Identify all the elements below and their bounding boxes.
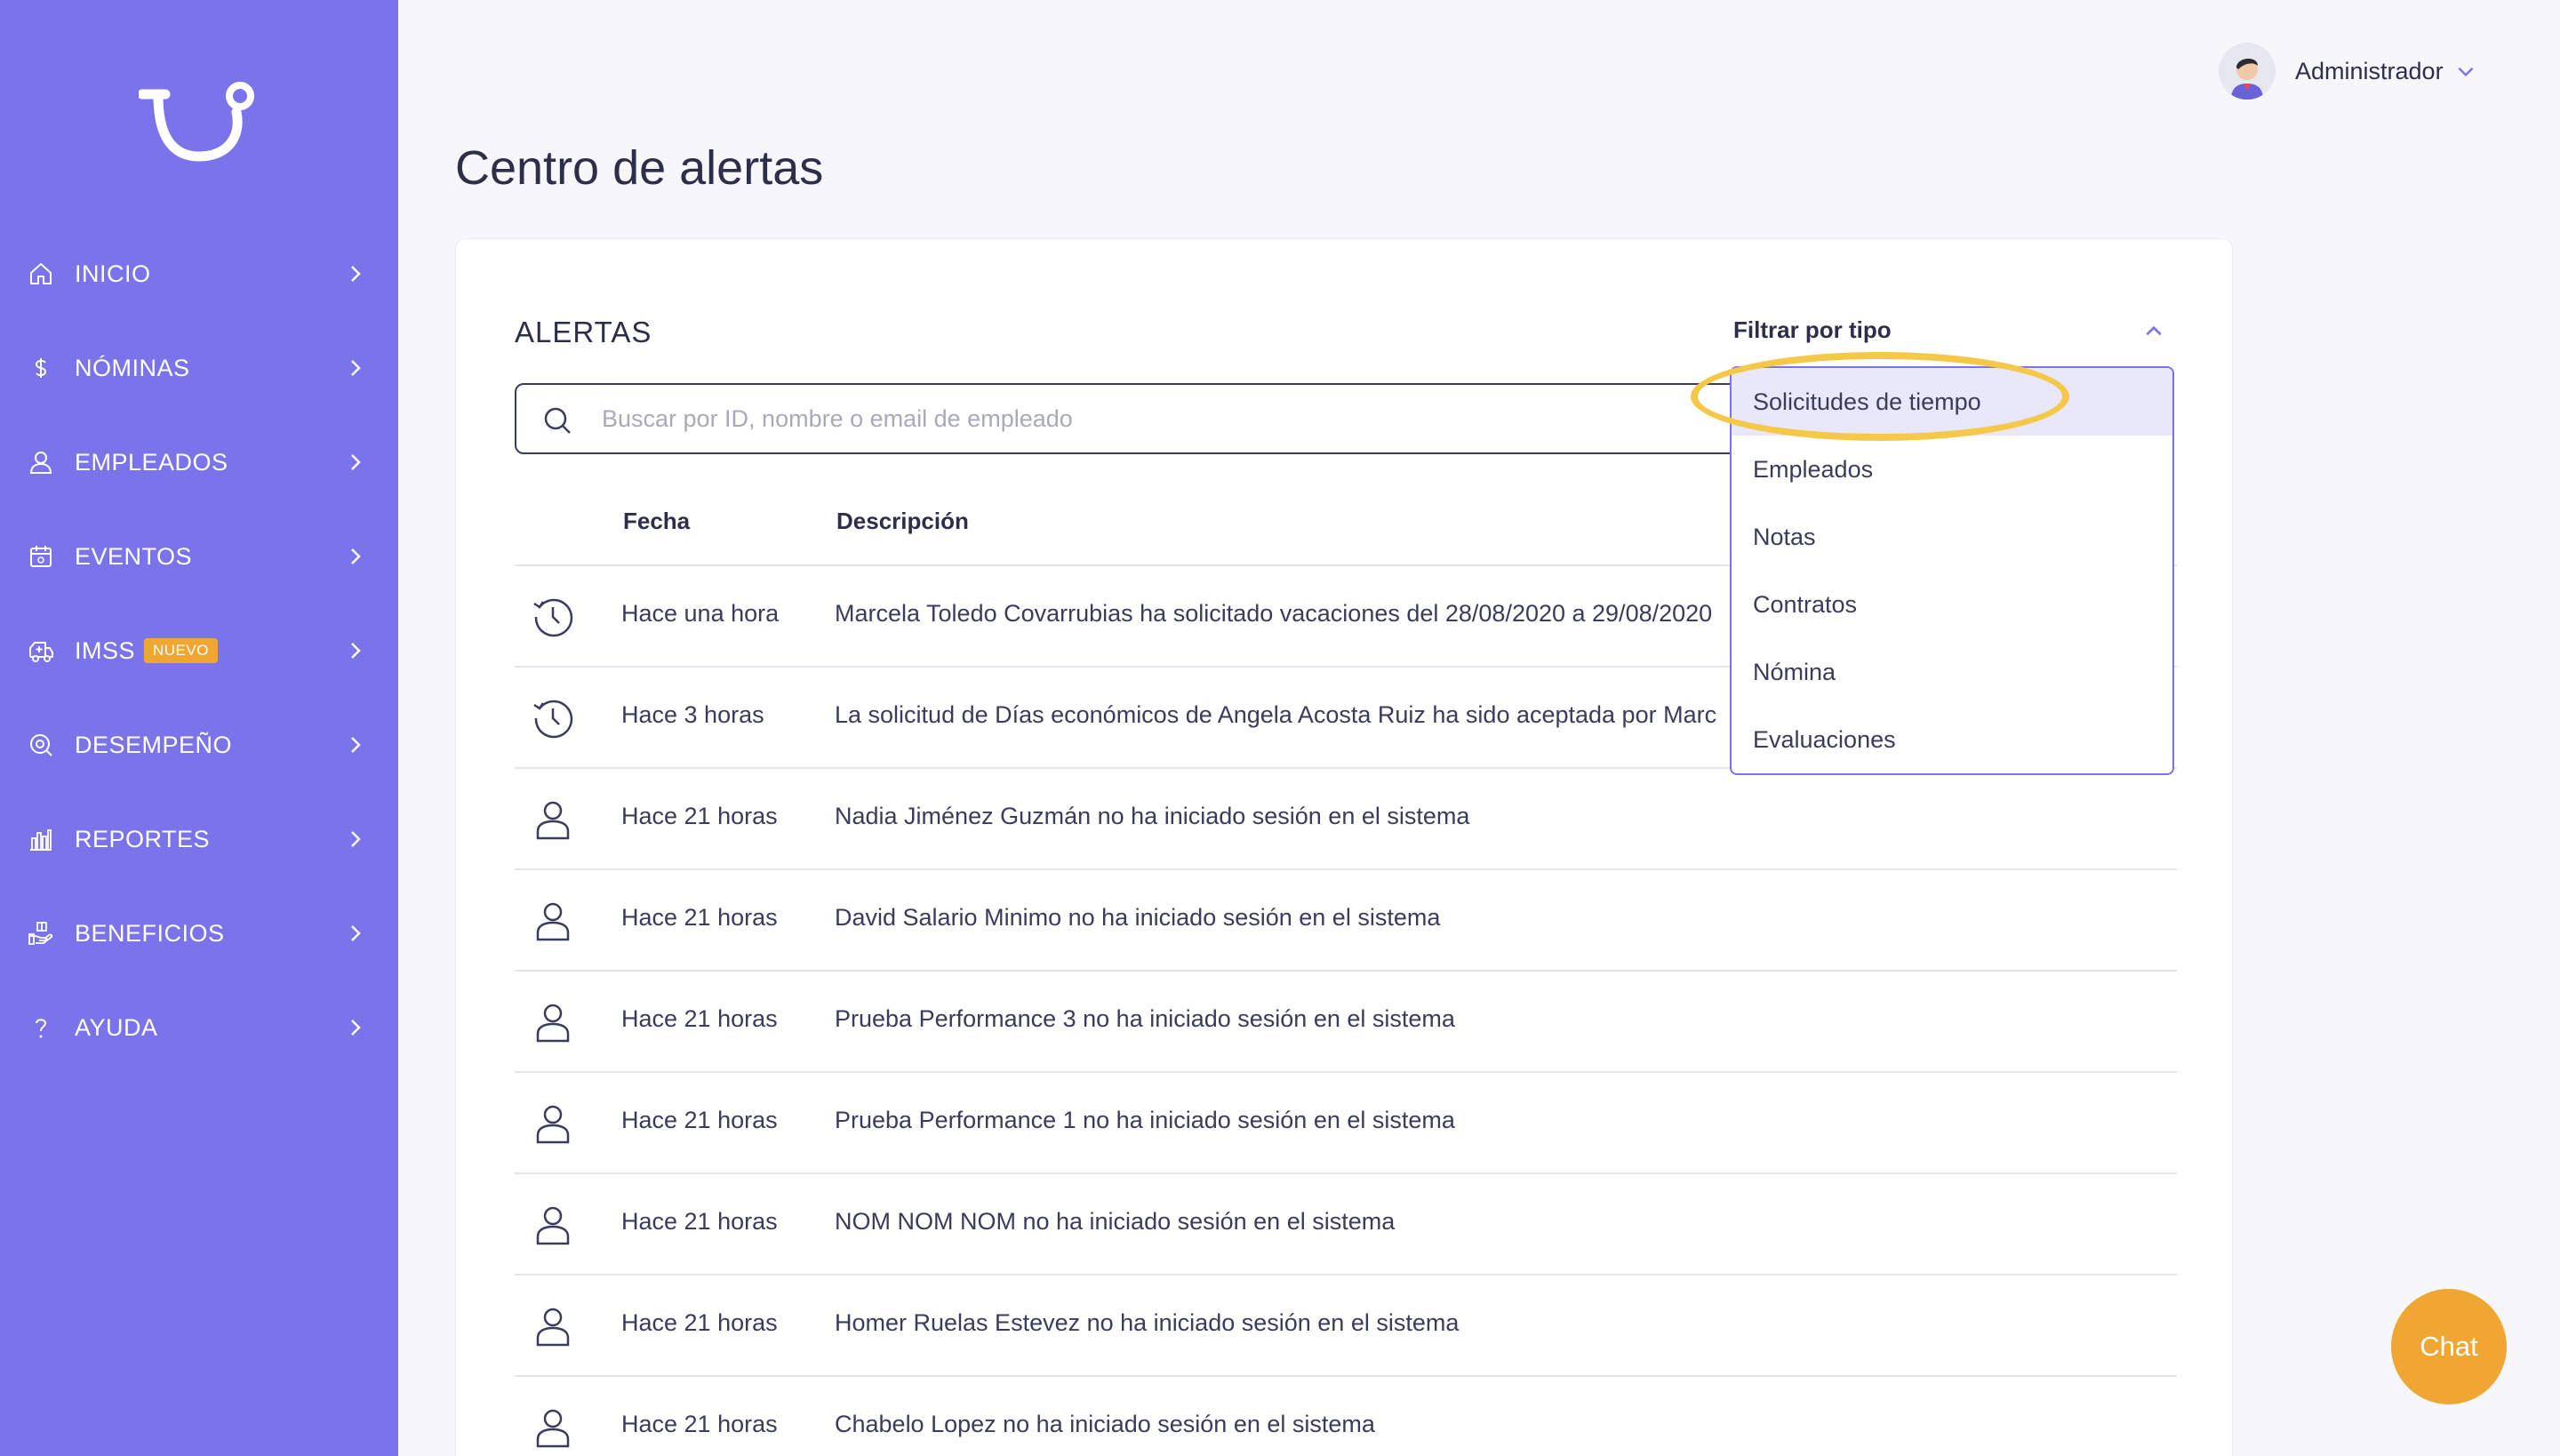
- filter-type-dropdown: Solicitudes de tiempo Empleados Notas Co…: [1730, 366, 2174, 775]
- row-date: Hace 21 horas: [621, 803, 778, 829]
- table-row[interactable]: Hace 21 horas Nadia Jiménez Guzmán no ha…: [515, 767, 2177, 868]
- sidebar-item-label: DESEMPEÑO: [75, 731, 233, 758]
- row-description: La solicitud de Días económicos de Angel…: [835, 701, 1717, 728]
- row-date: Hace 21 horas: [621, 1411, 778, 1437]
- row-description: NOM NOM NOM no ha iniciado sesión en el …: [835, 1208, 1396, 1235]
- filter-option-empleados[interactable]: Empleados: [1732, 436, 2172, 503]
- row-description: Prueba Performance 1 no ha iniciado sesi…: [835, 1107, 1455, 1133]
- sidebar-item-reportes[interactable]: REPORTES: [0, 804, 398, 875]
- row-description: Chabelo Lopez no ha iniciado sesión en e…: [835, 1411, 1375, 1437]
- sidebar-item-label: EMPLEADOS: [75, 448, 228, 476]
- filter-option-nomina[interactable]: Nómina: [1732, 638, 2172, 706]
- alerts-title: ALERTAS: [515, 316, 652, 348]
- filter-type-toggle[interactable]: Filtrar por tipo: [1733, 316, 1892, 344]
- sidebar-item-label: IMSS: [75, 636, 136, 664]
- clock-history-icon: [533, 700, 573, 739]
- chevron-right-icon: [351, 831, 361, 847]
- table-row[interactable]: Hace 21 horas Prueba Performance 3 no ha…: [515, 970, 2177, 1071]
- table-row[interactable]: Hace 21 horas David Salario Minimo no ha…: [515, 868, 2177, 970]
- logo-icon[interactable]: [139, 76, 258, 165]
- clock-history-icon: [533, 598, 573, 637]
- row-date: Hace 21 horas: [621, 1309, 778, 1336]
- user-icon: [536, 801, 570, 840]
- chevron-right-icon: [351, 1020, 361, 1036]
- filter-option-contratos[interactable]: Contratos: [1732, 571, 2172, 638]
- sidebar-item-label: AYUDA: [75, 1013, 158, 1041]
- sidebar-item-ayuda[interactable]: AYUDA: [0, 992, 398, 1063]
- chevron-right-icon: [351, 548, 361, 564]
- search-box: [515, 383, 1795, 454]
- table-row[interactable]: Hace 21 horas NOM NOM NOM no ha iniciado…: [515, 1172, 2177, 1274]
- filter-option-notas[interactable]: Notas: [1732, 503, 2172, 571]
- row-date: Hace 3 horas: [621, 701, 764, 728]
- row-date: Hace 21 horas: [621, 1107, 778, 1133]
- page-title: Centro de alertas: [455, 141, 824, 195]
- sidebar-item-imss[interactable]: IMSS NUEVO: [0, 615, 398, 686]
- sidebar-item-desempeno[interactable]: DESEMPEÑO: [0, 709, 398, 780]
- sidebar-item-empleados[interactable]: EMPLEADOS: [0, 427, 398, 498]
- sidebar-item-inicio[interactable]: INICIO: [0, 238, 398, 309]
- sidebar-item-label: BENEFICIOS: [75, 919, 225, 947]
- row-date: Hace 21 horas: [621, 1005, 778, 1032]
- sidebar-item-label: REPORTES: [75, 825, 211, 852]
- sidebar-item-beneficios[interactable]: BENEFICIOS: [0, 898, 398, 969]
- question-icon: [27, 1013, 55, 1042]
- chevron-down-icon: [2458, 67, 2473, 77]
- chevron-right-icon: [351, 266, 361, 282]
- target-icon: [27, 731, 55, 759]
- chevron-right-icon: [351, 454, 361, 470]
- sidebar-item-label: EVENTOS: [75, 542, 193, 570]
- filter-option-solicitudes-de-tiempo[interactable]: Solicitudes de tiempo: [1732, 368, 2172, 436]
- bar-chart-icon: [27, 825, 55, 853]
- chevron-up-icon[interactable]: [2142, 320, 2165, 343]
- column-header-date[interactable]: Fecha: [623, 508, 690, 535]
- home-icon: [27, 260, 55, 288]
- avatar: [2219, 43, 2276, 100]
- user-icon: [536, 902, 570, 941]
- ambulance-icon: [27, 636, 55, 665]
- table-row[interactable]: Hace 21 horas Homer Ruelas Estevez no ha…: [515, 1274, 2177, 1375]
- row-description: Homer Ruelas Estevez no ha iniciado sesi…: [835, 1309, 1460, 1336]
- chevron-right-icon: [351, 737, 361, 753]
- new-badge: NUEVO: [144, 638, 218, 663]
- column-header-description: Descripción: [836, 508, 969, 534]
- table-row[interactable]: Hace 21 horas Prueba Performance 1 no ha…: [515, 1071, 2177, 1172]
- sidebar-item-nominas[interactable]: NÓMINAS: [0, 332, 398, 404]
- search-icon: [544, 407, 571, 434]
- user-icon: [27, 448, 55, 476]
- user-name: Administrador: [2295, 57, 2444, 84]
- user-menu[interactable]: Administrador: [2219, 43, 2477, 100]
- chat-button[interactable]: Chat: [2391, 1289, 2507, 1404]
- chevron-right-icon: [351, 360, 361, 376]
- row-description: Prueba Performance 3 no ha iniciado sesi…: [835, 1005, 1455, 1032]
- row-date: Hace una hora: [621, 600, 780, 627]
- sidebar-item-eventos[interactable]: EVENTOS: [0, 521, 398, 592]
- user-icon: [536, 1004, 570, 1043]
- sidebar-item-label: INICIO: [75, 260, 151, 287]
- hand-gift-icon: [27, 919, 55, 948]
- chevron-right-icon: [351, 643, 361, 659]
- row-date: Hace 21 horas: [621, 904, 778, 931]
- sidebar: INICIO NÓMINAS EMPLEADOS EVENTOS IMSS NU…: [0, 0, 398, 1456]
- sidebar-item-label: NÓMINAS: [75, 354, 190, 381]
- calendar-icon: [27, 542, 55, 571]
- user-icon: [536, 1308, 570, 1347]
- row-description: Marcela Toledo Covarrubias ha solicitado…: [835, 600, 1713, 627]
- user-icon: [536, 1409, 570, 1448]
- row-date: Hace 21 horas: [621, 1208, 778, 1235]
- user-icon: [536, 1105, 570, 1144]
- row-description: Nadia Jiménez Guzmán no ha iniciado sesi…: [835, 803, 1470, 829]
- user-icon: [536, 1206, 570, 1245]
- dollar-icon: [27, 354, 55, 382]
- filter-option-evaluaciones[interactable]: Evaluaciones: [1732, 706, 2172, 773]
- chevron-right-icon: [351, 925, 361, 941]
- search-input[interactable]: [602, 397, 1757, 440]
- table-row[interactable]: Hace 21 horas Chabelo Lopez no ha inicia…: [515, 1375, 2177, 1456]
- row-description: David Salario Minimo no ha iniciado sesi…: [835, 904, 1441, 931]
